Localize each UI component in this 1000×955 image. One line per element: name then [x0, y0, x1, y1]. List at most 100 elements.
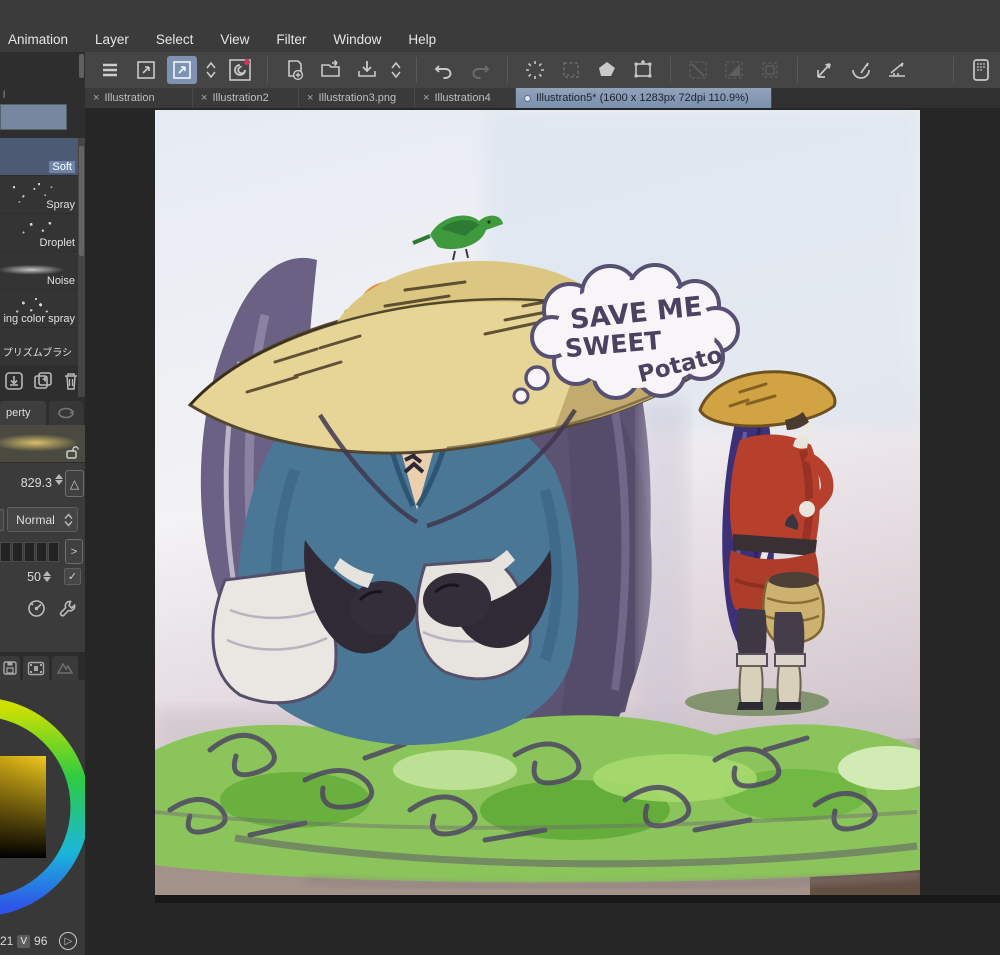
blend-mode-dropdown[interactable]: Normal — [7, 507, 78, 532]
opacity-value[interactable]: 50 — [27, 570, 41, 584]
menu-filter[interactable]: Filter — [276, 32, 306, 47]
brush-size-value[interactable]: 829.3 — [21, 476, 52, 490]
unlock-icon[interactable] — [65, 445, 79, 459]
scale-window-icon[interactable] — [131, 56, 161, 84]
close-icon[interactable]: × — [93, 92, 99, 104]
save-file-icon[interactable] — [352, 56, 382, 84]
dropdown-chevron-icon — [64, 512, 73, 527]
brush-item-color-spray[interactable]: ing color spray — [0, 290, 78, 327]
snap-special-icon[interactable] — [882, 56, 912, 84]
command-toolbar — [85, 52, 1000, 88]
active-dot-icon — [524, 94, 531, 102]
canvas-document[interactable]: SAVE ME SWEET Potato — [155, 110, 920, 895]
panel-scrollbar-thumb[interactable] — [79, 54, 84, 78]
clip-studio-icon[interactable] — [225, 56, 255, 84]
size-graph-button[interactable]: △ — [65, 470, 84, 497]
tool-property-body: 829.3 △ Normal > 50 ✓ — [0, 425, 85, 652]
size-spinner[interactable] — [55, 474, 63, 485]
brush-size-row: 829.3 △ — [0, 467, 85, 501]
close-icon[interactable]: × — [201, 92, 207, 104]
mountain-icon — [56, 662, 74, 674]
menu-select[interactable]: Select — [156, 32, 194, 47]
undo-icon[interactable] — [429, 56, 459, 84]
main-menu-icon[interactable] — [95, 56, 125, 84]
slot[interactable] — [12, 542, 23, 562]
selection-disabled-icon[interactable] — [755, 56, 785, 84]
toolbar-chevron-icon[interactable] — [203, 56, 219, 84]
gauge-icon[interactable] — [27, 599, 46, 618]
import-brush-icon[interactable] — [4, 371, 24, 391]
brush-item-spray[interactable]: Spray — [0, 176, 78, 213]
brush-item-prism[interactable]: プリズムブラシ — [0, 328, 78, 365]
slot[interactable] — [48, 542, 59, 562]
new-file-icon[interactable] — [280, 56, 310, 84]
open-file-icon[interactable] — [316, 56, 346, 84]
artwork: SAVE ME SWEET Potato — [155, 110, 920, 895]
menu-items: Animation Layer Select View Filter Windo… — [8, 32, 436, 47]
menu-bar: Animation Layer Select View Filter Windo… — [0, 0, 1000, 52]
line-disabled-icon[interactable] — [683, 56, 713, 84]
redo-icon[interactable] — [465, 56, 495, 84]
color-wheel-panel[interactable] — [0, 680, 85, 927]
brush-item-noise[interactable]: Noise — [0, 252, 78, 289]
tab-illustration[interactable]: × Illustration — [85, 88, 193, 108]
play-circle-icon[interactable]: ▷ — [59, 932, 78, 950]
brush-item-soft[interactable]: Soft — [0, 138, 78, 175]
frame-icon[interactable] — [628, 56, 658, 84]
document-tab-bar: × Illustration × Illustration2 × Illustr… — [85, 88, 1000, 108]
brush-item-droplet[interactable]: Droplet — [0, 214, 78, 251]
film-icon — [27, 661, 45, 675]
tab-tool-property[interactable]: perty — [0, 401, 46, 425]
panel-caption: l — [3, 90, 6, 101]
scale-window-active-icon[interactable] — [167, 56, 197, 84]
gradient-disabled-icon[interactable] — [719, 56, 749, 84]
deselect-icon[interactable] — [520, 56, 550, 84]
sub-tool-panel: l Soft Spray Droplet Noise ing color spr… — [0, 52, 85, 955]
fill-icon[interactable] — [592, 56, 622, 84]
floppy-icon — [3, 661, 17, 675]
sv-square[interactable] — [0, 756, 46, 858]
expand-button[interactable]: > — [65, 539, 83, 564]
tab-label: Illustration2 — [212, 92, 269, 104]
menu-view[interactable]: View — [220, 32, 249, 47]
wrench-icon[interactable] — [58, 599, 77, 618]
brush-actions — [0, 365, 85, 397]
delete-brush-icon[interactable] — [62, 371, 80, 391]
property-footer-icons — [0, 593, 85, 623]
opacity-row: 50 ✓ — [0, 568, 85, 590]
close-icon[interactable]: × — [307, 92, 313, 104]
menu-window[interactable]: Window — [333, 32, 381, 47]
tab-label: Illustration — [104, 92, 155, 104]
reselect-icon[interactable] — [556, 56, 586, 84]
tablet-mode-icon[interactable] — [966, 56, 996, 84]
slot[interactable] — [24, 542, 35, 562]
opacity-checkbox[interactable]: ✓ — [64, 568, 81, 585]
palette-tabs — [0, 652, 85, 680]
brush-stroke-preview — [0, 425, 85, 463]
close-icon[interactable]: × — [423, 92, 429, 104]
tab-approx-color[interactable] — [52, 656, 78, 680]
tab-illustration3[interactable]: × Illustration3.png — [299, 88, 415, 108]
tab-color-history[interactable] — [0, 656, 20, 680]
tab-brush-link[interactable] — [49, 401, 83, 425]
snap-curve-icon[interactable] — [846, 56, 876, 84]
menu-animation[interactable]: Animation — [8, 32, 68, 47]
color-status-bar: 21 V 96 ▷ — [0, 927, 85, 955]
opacity-spinner[interactable] — [43, 571, 51, 582]
menu-help[interactable]: Help — [408, 32, 436, 47]
tab-illustration2[interactable]: × Illustration2 — [193, 88, 299, 108]
channel-badge: V — [17, 934, 31, 948]
duplicate-brush-icon[interactable] — [33, 371, 53, 391]
snap-ruler-icon[interactable] — [810, 56, 840, 84]
tab-illustration4[interactable]: × Illustration4 — [415, 88, 516, 108]
slot[interactable] — [0, 542, 11, 562]
tab-film[interactable] — [23, 656, 49, 680]
file-chevron-icon[interactable] — [388, 56, 404, 84]
canvas-bottom-edge — [155, 895, 1000, 903]
tab-label: Illustration4 — [434, 92, 491, 104]
selected-group-swatch[interactable] — [0, 104, 67, 130]
stroke-slots-row: > — [0, 538, 85, 566]
menu-layer[interactable]: Layer — [95, 32, 129, 47]
tab-illustration5-active[interactable]: Illustration5* (1600 x 1283px 72dpi 110.… — [516, 88, 772, 108]
slot[interactable] — [36, 542, 47, 562]
